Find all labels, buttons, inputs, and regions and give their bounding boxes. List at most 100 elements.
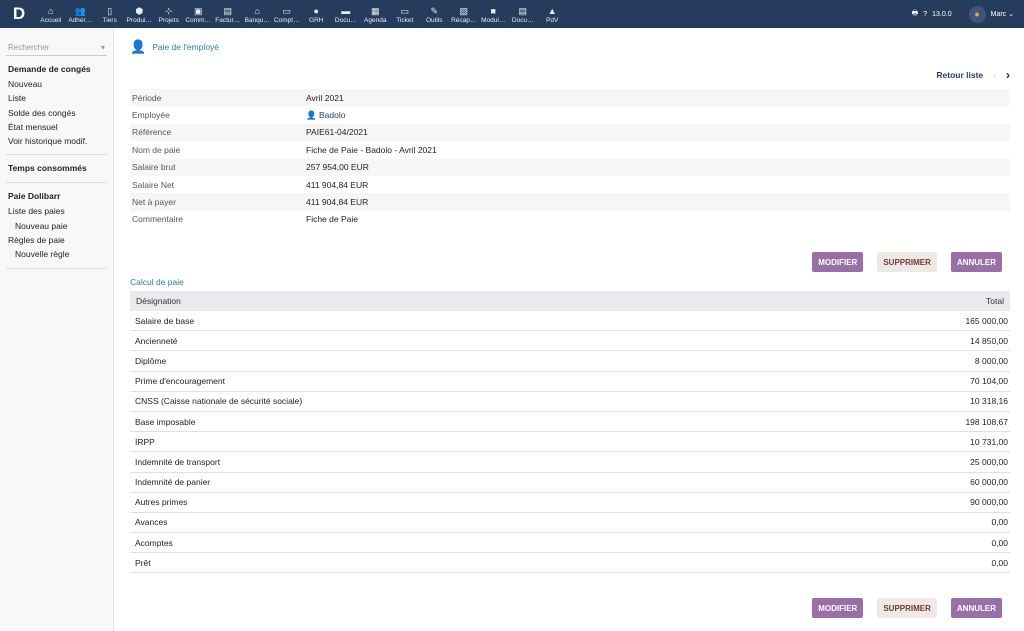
menu-icon: ▯	[107, 5, 113, 16]
menu-item[interactable]: ⌂ Banqu…	[243, 5, 273, 24]
main-menu: ⌂ Accueil 👥 Adhér… ▯ Tiers ⬢ Produi… ⊹ Projets ▣ Co…	[36, 5, 567, 24]
user-avatar[interactable]: ●	[968, 5, 986, 23]
menu-item[interactable]: ✎ Outils	[420, 5, 450, 24]
modify-button[interactable]: MODIFIER	[812, 598, 864, 618]
dropdown-arrow-icon: ▾	[100, 43, 105, 52]
menu-item[interactable]: ⊹ Projets	[154, 5, 184, 24]
sidebar-heading[interactable]: Paie Dolibarr	[8, 189, 105, 204]
menu-item[interactable]: ▤ Docu…	[508, 5, 538, 24]
menu-icon: ■	[490, 5, 496, 16]
sidebar-item[interactable]: Solde des congés	[8, 106, 105, 120]
menu-item[interactable]: ▦ Agenda	[361, 5, 391, 24]
dolibarr-logo[interactable]: D	[8, 3, 30, 25]
top-menu-bar: D ⌂ Accueil 👥 Adhér… ▯ Tiers ⬢ Produi… ⊹ Projets ▣…	[0, 0, 1024, 28]
cancel-button[interactable]: ANNULER	[950, 598, 1002, 618]
sidebar-item[interactable]: Nouveau	[8, 77, 105, 91]
menu-item[interactable]: ▤ Factur…	[213, 5, 243, 24]
menu-item[interactable]: ▬ Docu…	[331, 5, 361, 24]
page-title: Paie de l'employé	[152, 42, 220, 52]
table-row: IRPP 10 731,00	[130, 432, 1010, 453]
menu-item[interactable]: ⬢ Produi…	[125, 5, 155, 24]
menu-item[interactable]: ● GRH	[302, 5, 332, 24]
menu-icon: ▬	[341, 5, 351, 16]
field-value[interactable]: 👤 Badolo	[306, 110, 345, 121]
search-select[interactable]: Rechercher ▾	[6, 40, 107, 56]
field-row: Salaire brut 257 954,00 EUR	[130, 158, 1010, 176]
menu-item[interactable]: ■ Modul…	[479, 5, 509, 24]
field-value: Avril 2021	[306, 92, 344, 103]
cancel-button[interactable]: ANNULER	[950, 252, 1002, 272]
field-row: Référence PAIE61-04/2021	[130, 123, 1010, 142]
sidebar-item[interactable]: Liste	[8, 91, 105, 105]
field-row: Période Avril 2021	[130, 89, 1010, 107]
modify-button[interactable]: MODIFIER	[812, 252, 864, 272]
field-value: 411 904,84 EUR	[306, 179, 369, 190]
menu-icon: ▭	[282, 5, 291, 16]
sidebar: Rechercher ▾ Demande de congés Nouveau List…	[0, 28, 114, 631]
sidebar-item[interactable]: Nouveau paie	[8, 219, 105, 233]
next-icon[interactable]: ›	[1006, 68, 1010, 82]
payslip-fields: Période Avril 2021 Employée 👤 Badolo Référen…	[130, 89, 1010, 228]
field-row: Nom de paie Fiche de Paie - Badolo - Avri…	[130, 141, 1010, 158]
menu-icon: ▤	[223, 5, 232, 16]
field-row: Salaire Net 411 904,84 EUR	[130, 176, 1010, 193]
menu-item[interactable]: ▲ PdV	[538, 5, 568, 24]
field-value: PAIE61-04/2021	[306, 127, 368, 138]
menu-icon: 👥	[74, 5, 86, 16]
table-row: Ancienneté 14 850,00	[130, 331, 1010, 352]
menu-icon: ⊹	[164, 5, 173, 16]
menu-icon: ▲	[547, 5, 557, 16]
sidebar-item[interactable]: Règles de paie	[8, 233, 105, 247]
table-row: Indemnité de transport 25 000,00	[130, 452, 1010, 473]
delete-button[interactable]: SUPPRIMER	[877, 598, 937, 618]
section-title: Calcul de paie	[130, 277, 184, 287]
table-row: Base imposable 198 108,67	[130, 412, 1010, 433]
sidebar-item[interactable]: Voir historique modif.	[8, 134, 105, 148]
sidebar-heading[interactable]: Demande de congés	[8, 62, 105, 77]
menu-item[interactable]: 👥 Adhér…	[66, 5, 96, 24]
menu-item[interactable]: ⌂ Accueil	[36, 5, 66, 24]
field-label: Référence	[132, 127, 172, 138]
sidebar-item[interactable]: Liste des paies	[8, 204, 105, 218]
menu-item[interactable]: ▭ Ticket	[390, 5, 420, 24]
user-menu[interactable]: Marc ⌄	[991, 10, 1014, 18]
field-row: Employée 👤 Badolo	[130, 106, 1010, 123]
table-row: Prêt 0,00	[130, 553, 1010, 574]
menu-icon: ▤	[518, 5, 527, 16]
previous-icon[interactable]: ‹	[993, 70, 996, 80]
field-value: Fiche de Paie	[306, 214, 358, 225]
field-label: Salaire brut	[132, 162, 176, 173]
menu-item[interactable]: ▯ Tiers	[95, 5, 125, 24]
menu-icon: ▦	[370, 5, 380, 16]
delete-button[interactable]: SUPPRIMER	[877, 252, 937, 272]
field-label: Nom de paie	[132, 144, 181, 155]
table-row: Autres primes 90 000,00	[130, 493, 1010, 513]
field-value: 411 904,84 EUR	[306, 197, 369, 208]
field-label: Commentaire	[132, 214, 184, 225]
calc-table: Désignation Total Salaire de base 165 000,…	[130, 291, 1010, 574]
version-label: 13.0.0	[932, 10, 952, 18]
back-to-list-link[interactable]: Retour liste	[936, 70, 983, 80]
table-row: Acomptes 0,00	[130, 533, 1010, 554]
menu-icon: ▧	[459, 5, 468, 16]
menu-icon: ⌂	[254, 5, 260, 16]
menu-icon: ●	[313, 5, 319, 16]
sidebar-item[interactable]: État mensuel	[8, 120, 105, 134]
menu-item[interactable]: ▧ Récap…	[449, 5, 479, 24]
table-row: CNSS (Caisse nationale de sécurité socia…	[130, 392, 1010, 412]
menu-icon: ✎	[430, 5, 439, 16]
print-icon[interactable]: 🖶	[912, 9, 919, 20]
menu-item[interactable]: ▭ Compt…	[272, 5, 302, 24]
field-label: Employée	[132, 110, 170, 121]
field-row: Commentaire Fiche de Paie	[130, 211, 1010, 228]
sidebar-heading[interactable]: Temps consommés	[8, 161, 105, 176]
menu-icon: ⬢	[135, 5, 144, 16]
table-header: Désignation Total	[130, 291, 1010, 311]
sidebar-block: Paie Dolibarr Liste des paies Nouveau paie…	[6, 183, 107, 269]
sidebar-item[interactable]: Nouvelle règle	[8, 247, 105, 261]
table-row: Prime d'encouragement 70 104,00	[130, 372, 1010, 392]
menu-item[interactable]: ▣ Comm…	[184, 5, 214, 24]
sidebar-block: Temps consommés	[6, 155, 107, 184]
menu-icon: ▭	[400, 5, 409, 16]
help-icon[interactable]: ?	[923, 11, 927, 18]
